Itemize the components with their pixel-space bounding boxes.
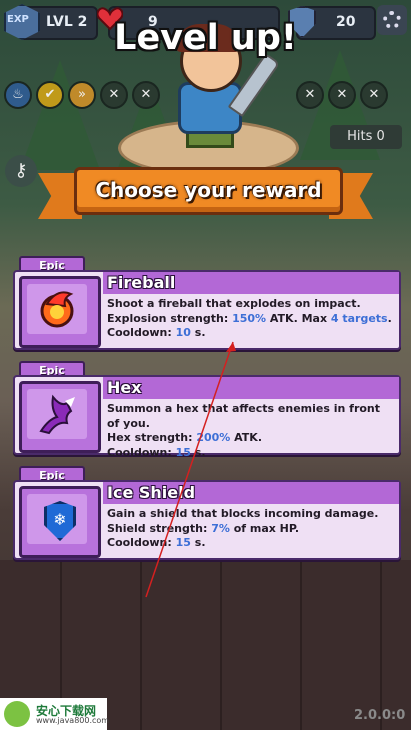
watermark-logo <box>4 701 30 727</box>
watermark-url: www.java800.com <box>36 716 110 725</box>
annotation-arrow <box>145 341 236 598</box>
watermark: 安心下载网 www.java800.com <box>0 698 110 730</box>
version-label: 2.0.0:0 <box>354 708 406 723</box>
